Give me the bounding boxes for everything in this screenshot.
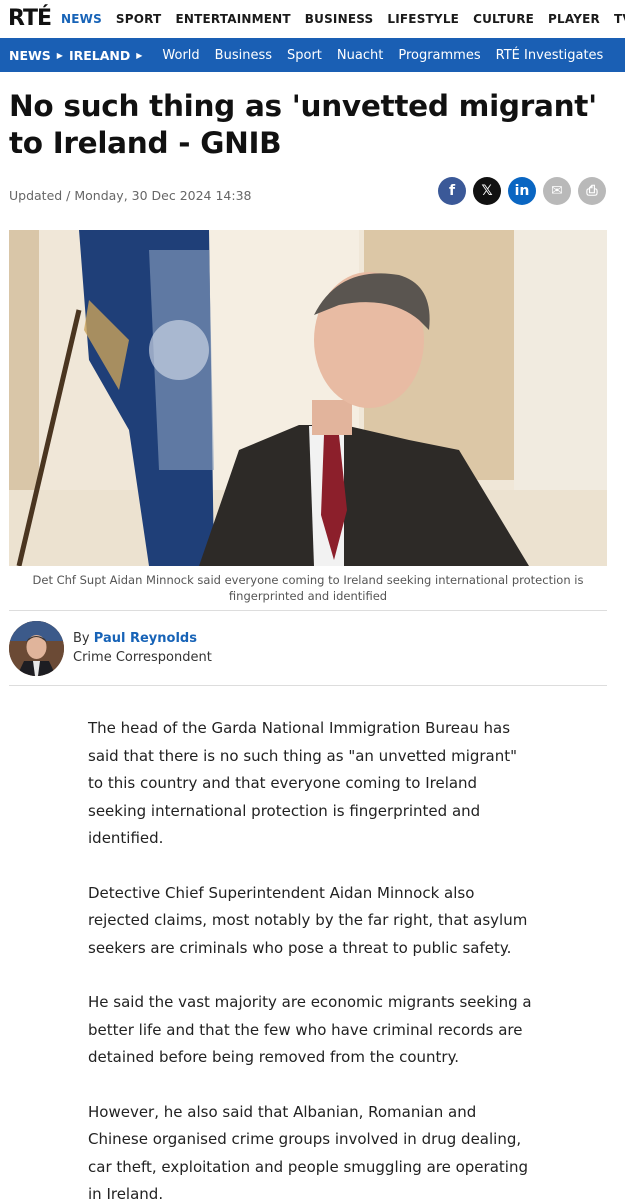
x-icon[interactable]: 𝕏 [473,177,501,205]
email-icon[interactable]: ✉ [543,177,571,205]
author-avatar[interactable] [9,621,64,676]
breadcrumb-arrow-icon: ▶ [136,50,143,60]
sub-nav-nuacht[interactable]: Nuacht [337,48,383,63]
top-nav-lifestyle[interactable]: LIFESTYLE [387,12,459,26]
hero-illustration [9,230,607,566]
share-buttons: f 𝕏 in ✉ ⎙ [438,177,606,205]
article-paragraph: He said the vast majority are economic m… [88,993,532,1066]
sub-nav-world[interactable]: World [162,48,199,63]
image-caption: Det Chf Supt Aidan Minnock said everyone… [32,573,584,603]
sub-nav-programmes[interactable]: Programmes [398,48,480,63]
updated-timestamp: Updated / Monday, 30 Dec 2024 14:38 [9,188,252,203]
print-icon[interactable]: ⎙ [578,177,606,205]
top-nav-entertainment[interactable]: ENTERTAINMENT [175,12,290,26]
facebook-icon[interactable]: f [438,177,466,205]
top-nav-sport[interactable]: SPORT [116,12,162,26]
breadcrumb-arrow-icon: ▶ [56,50,63,60]
top-bar: RTÉ NEWS SPORT ENTERTAINMENT BUSINESS LI… [0,0,625,38]
author-photo [9,621,64,676]
author-byline: By Paul Reynolds [73,631,197,646]
linkedin-icon[interactable]: in [508,177,536,205]
rte-logo[interactable]: RTÉ [8,0,52,38]
breadcrumb-ireland[interactable]: IRELAND [69,48,130,63]
top-nav-culture[interactable]: CULTURE [473,12,534,26]
breadcrumb-news[interactable]: NEWS [9,48,51,63]
divider [9,610,607,611]
sub-nav-links: World Business Sport Nuacht Programmes R… [162,48,603,63]
byline-prefix: By [73,631,90,646]
sub-nav-sport[interactable]: Sport [287,48,322,63]
hero-image [9,230,607,566]
sub-nav: NEWS ▶ IRELAND ▶ World Business Sport Nu… [0,38,625,72]
sub-nav-rte-investigates[interactable]: RTÉ Investigates [496,48,604,63]
article-headline: No such thing as 'unvetted migrant' to I… [9,89,597,160]
top-nav-news[interactable]: NEWS [61,12,102,26]
author-name-link[interactable]: Paul Reynolds [94,631,197,646]
divider [9,685,607,686]
article-paragraph: The head of the Garda National Immigrati… [88,719,518,847]
article-paragraph: Detective Chief Superintendent Aidan Min… [88,883,528,957]
sub-nav-business[interactable]: Business [215,48,272,63]
article-paragraph: However, he also said that Albanian, Rom… [88,1102,528,1200]
top-nav-business[interactable]: BUSINESS [305,12,374,26]
top-nav-player[interactable]: PLAYER [548,12,600,26]
author-role: Crime Correspondent [73,650,212,665]
article-body: The head of the Garda National Immigrati… [88,715,533,1200]
top-nav: NEWS SPORT ENTERTAINMENT BUSINESS LIFEST… [61,12,625,26]
top-nav-tv[interactable]: TV [614,12,625,26]
